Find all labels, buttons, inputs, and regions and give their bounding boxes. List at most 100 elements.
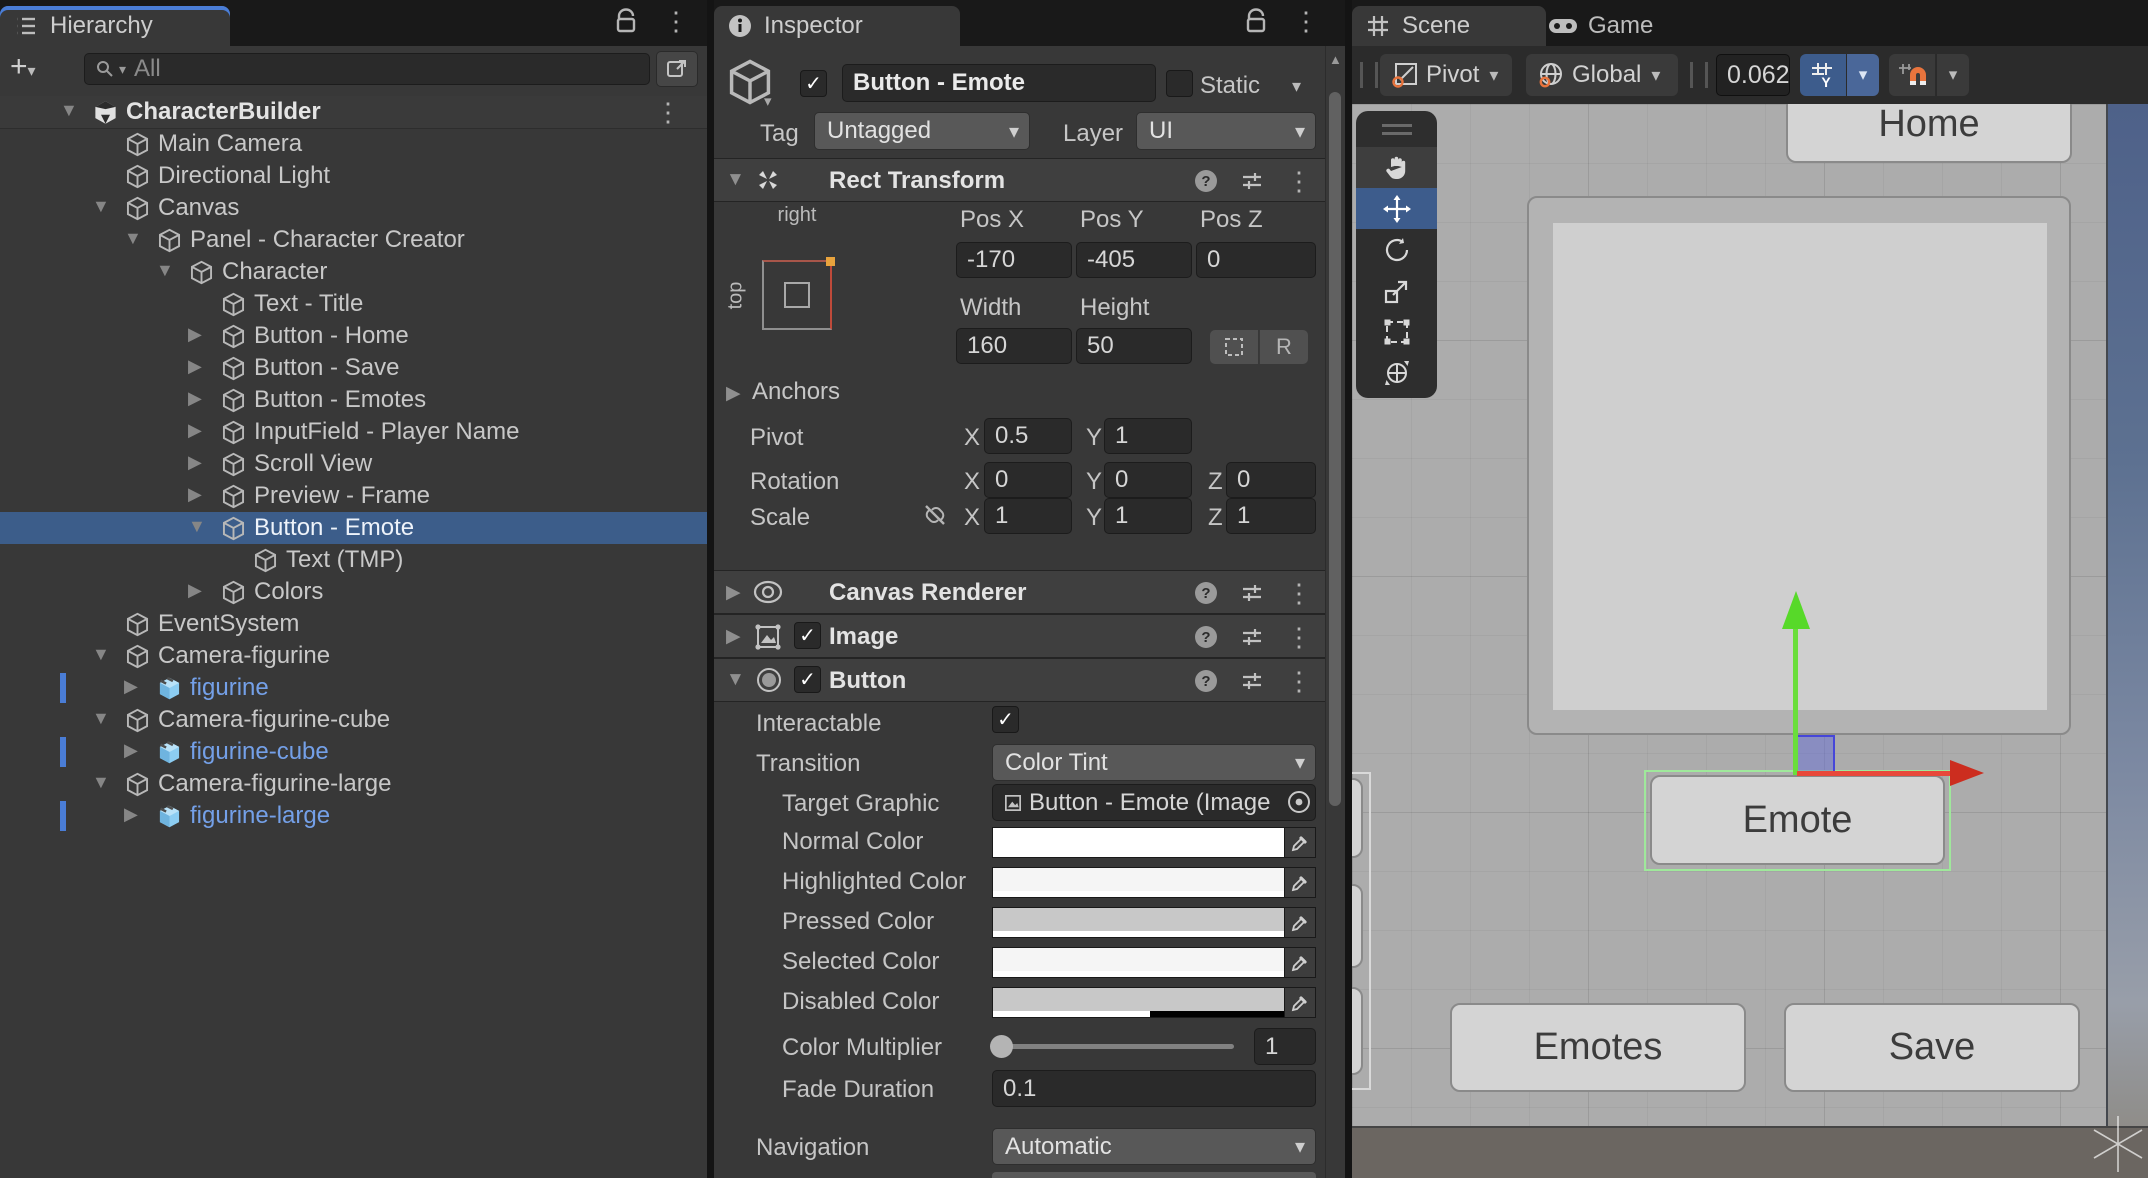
- raw-edit-mode-button[interactable]: R: [1259, 330, 1308, 364]
- hierarchy-item-main-camera[interactable]: Main Camera: [0, 128, 707, 160]
- transform-tool-button[interactable]: [1356, 352, 1437, 393]
- ui-save-button[interactable]: Save: [1784, 1003, 2080, 1092]
- unlink-scale-icon[interactable]: [922, 502, 948, 528]
- hierarchy-item-preview-frame[interactable]: ▶Preview - Frame: [0, 480, 707, 512]
- ui-emotes-button[interactable]: Emotes: [1450, 1003, 1746, 1092]
- color-multiplier-slider[interactable]: [998, 1044, 1234, 1049]
- hand-tool-button[interactable]: [1356, 147, 1437, 188]
- rect-tool-button[interactable]: [1356, 311, 1437, 352]
- gizmo-x-axis[interactable]: [1797, 771, 1952, 776]
- ui-home-button[interactable]: Home: [1786, 104, 2072, 163]
- gizmo-y-axis[interactable]: [1793, 628, 1798, 775]
- hierarchy-item-camera-figurine[interactable]: ▼Camera-figurine: [0, 640, 707, 672]
- rotation-x-field[interactable]: 0: [984, 462, 1072, 498]
- navigation-dropdown[interactable]: Automatic▾: [992, 1128, 1316, 1165]
- hierarchy-item-camera-figurine-cube[interactable]: ▼Camera-figurine-cube: [0, 704, 707, 736]
- image-header[interactable]: ▶ ✓ Image ? ⋮: [714, 614, 1326, 658]
- hierarchy-item-button-save[interactable]: ▶Button - Save: [0, 352, 707, 384]
- foldout-expanded-icon[interactable]: ▼: [92, 772, 110, 793]
- move-tool-button[interactable]: [1356, 188, 1437, 229]
- scale-x-field[interactable]: 1: [984, 498, 1072, 534]
- color-multiplier-field[interactable]: 1: [1254, 1028, 1316, 1065]
- eyedropper-icon[interactable]: [1284, 868, 1315, 897]
- tag-dropdown[interactable]: Untagged▾: [814, 112, 1030, 150]
- pivot-mode-button[interactable]: Pivot ▾: [1380, 54, 1512, 96]
- pos-z-field[interactable]: 0: [1196, 242, 1316, 278]
- help-icon[interactable]: ?: [1194, 669, 1218, 693]
- foldout-expanded-icon[interactable]: ▼: [92, 196, 110, 217]
- palette-drag-handle[interactable]: [1356, 111, 1437, 147]
- foldout-expanded-icon[interactable]: ▼: [156, 260, 174, 281]
- component-menu-icon[interactable]: ⋮: [1286, 668, 1312, 694]
- foldout-collapsed-icon[interactable]: ▶: [188, 452, 202, 473]
- scale-y-field[interactable]: 1: [1104, 498, 1192, 534]
- gameobject-name-field[interactable]: Button - Emote: [842, 64, 1156, 102]
- anchor-preset-widget[interactable]: [762, 260, 832, 330]
- transition-dropdown[interactable]: Color Tint▾: [992, 744, 1316, 781]
- visualize-button-partial[interactable]: [992, 1172, 1316, 1178]
- hierarchy-item-figurine-cube[interactable]: ▶figurine-cube: [0, 736, 707, 768]
- button-header[interactable]: ▼ ✓ Button ? ⋮: [714, 658, 1326, 702]
- presets-icon[interactable]: [1240, 581, 1264, 605]
- foldout-collapsed-icon[interactable]: ▶: [124, 676, 138, 697]
- slider-thumb[interactable]: [990, 1035, 1013, 1058]
- hierarchy-item-camera-figurine-large[interactable]: ▼Camera-figurine-large: [0, 768, 707, 800]
- static-caret[interactable]: ▾: [1292, 76, 1301, 97]
- active-checkbox[interactable]: ✓: [800, 70, 827, 97]
- gizmo-xy-plane-handle[interactable]: [1795, 735, 1835, 775]
- scene-menu-icon[interactable]: ⋮: [655, 99, 681, 125]
- scrollbar-thumb[interactable]: [1329, 92, 1341, 806]
- toolbar-grip[interactable]: [1360, 62, 1378, 88]
- foldout-collapsed-icon[interactable]: ▶: [124, 740, 138, 761]
- tab-inspector[interactable]: Inspector: [714, 6, 960, 46]
- pos-x-field[interactable]: -170: [956, 242, 1072, 278]
- foldout-expanded-icon[interactable]: ▼: [60, 100, 78, 121]
- help-icon[interactable]: ?: [1194, 169, 1218, 193]
- pos-y-field[interactable]: -405: [1076, 242, 1192, 278]
- gizmo-x-arrowhead[interactable]: [1950, 760, 1984, 786]
- target-graphic-field[interactable]: Button - Emote (Image: [992, 784, 1316, 821]
- interactable-checkbox[interactable]: ✓: [992, 706, 1019, 733]
- ui-list-button[interactable]: [1352, 778, 1363, 858]
- height-field[interactable]: 50: [1076, 328, 1192, 364]
- image-enabled-checkbox[interactable]: ✓: [794, 622, 821, 649]
- rect-transform-header[interactable]: ▼ Rect Transform ? ⋮: [714, 158, 1326, 202]
- scroll-up-arrow[interactable]: ▲: [1329, 52, 1342, 67]
- pivot-x-field[interactable]: 0.5: [984, 418, 1072, 454]
- static-checkbox[interactable]: [1166, 70, 1193, 97]
- grid-snap-caret[interactable]: ▾: [1847, 54, 1879, 96]
- help-icon[interactable]: ?: [1194, 625, 1218, 649]
- hierarchy-item-figurine[interactable]: ▶figurine: [0, 672, 707, 704]
- button-enabled-checkbox[interactable]: ✓: [794, 666, 821, 693]
- hierarchy-item-text-title[interactable]: Text - Title: [0, 288, 707, 320]
- hierarchy-item-eventsystem[interactable]: EventSystem: [0, 608, 707, 640]
- presets-icon[interactable]: [1240, 669, 1264, 693]
- disabled-color-swatch[interactable]: [992, 987, 1316, 1018]
- toolbar-grip[interactable]: [1690, 62, 1708, 88]
- foldout-collapsed-icon[interactable]: ▶: [188, 324, 202, 345]
- hierarchy-item-button-emotes[interactable]: ▶Button - Emotes: [0, 384, 707, 416]
- rotation-z-field[interactable]: 0: [1226, 462, 1316, 498]
- anchors-foldout[interactable]: Anchors: [752, 378, 840, 406]
- normal-color-swatch[interactable]: [992, 827, 1316, 858]
- foldout-collapsed-icon[interactable]: ▶: [188, 356, 202, 377]
- highlighted-color-swatch[interactable]: [992, 867, 1316, 898]
- presets-icon[interactable]: [1240, 625, 1264, 649]
- pressed-color-swatch[interactable]: [992, 907, 1316, 938]
- hierarchy-item-panel-character-creator[interactable]: ▼Panel - Character Creator: [0, 224, 707, 256]
- snap-magnet-caret[interactable]: ▾: [1936, 54, 1969, 96]
- foldout-expanded-icon[interactable]: ▼: [92, 708, 110, 729]
- fade-duration-field[interactable]: 0.1: [992, 1070, 1316, 1107]
- hierarchy-item-button-emote[interactable]: ▼Button - Emote: [0, 512, 707, 544]
- inspector-menu-icon[interactable]: ⋮: [1293, 8, 1319, 34]
- component-menu-icon[interactable]: ⋮: [1286, 168, 1312, 194]
- hierarchy-item-character[interactable]: ▼Character: [0, 256, 707, 288]
- foldout-expanded-icon[interactable]: ▼: [124, 228, 142, 249]
- width-field[interactable]: 160: [956, 328, 1072, 364]
- foldout-expanded-icon[interactable]: ▼: [188, 516, 206, 537]
- foldout-collapsed-icon[interactable]: ▶: [124, 804, 138, 825]
- foldout-collapsed-icon[interactable]: ▶: [188, 420, 202, 441]
- hierarchy-item-figurine-large[interactable]: ▶figurine-large: [0, 800, 707, 832]
- eyedropper-icon[interactable]: [1284, 828, 1315, 857]
- component-menu-icon[interactable]: ⋮: [1286, 580, 1312, 606]
